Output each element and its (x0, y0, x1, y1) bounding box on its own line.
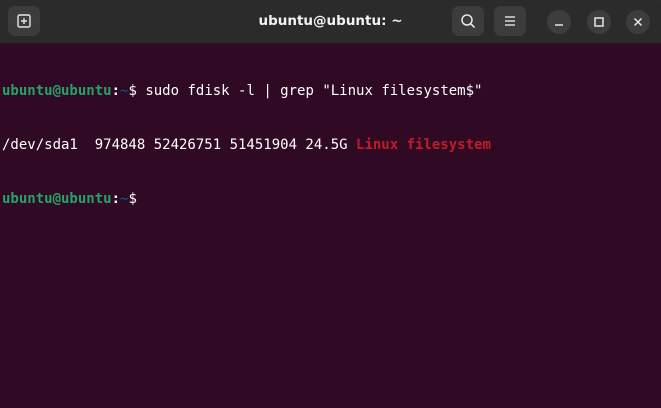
grep-match-text: Linux filesystem (356, 137, 491, 153)
search-button[interactable] (452, 6, 484, 36)
close-icon (633, 17, 643, 27)
menu-button[interactable] (494, 6, 526, 36)
minimize-icon (555, 24, 563, 26)
prompt-separator: : (111, 191, 121, 207)
new-tab-icon (17, 14, 31, 28)
maximize-button[interactable] (587, 10, 611, 34)
search-icon (461, 14, 475, 28)
terminal-output-area[interactable]: ubuntu@ubuntu:~$ sudo fdisk -l | grep "L… (0, 46, 661, 408)
hamburger-menu-icon (505, 16, 515, 26)
current-prompt-line: ubuntu@ubuntu:~$ (2, 190, 661, 208)
prompt-separator: : (111, 83, 121, 99)
prompt-sign: $ (128, 83, 146, 99)
terminal-window: ubuntu@ubuntu: ~ ubuntu@ubuntu:~$ sudo f… (0, 0, 661, 408)
output-line: /dev/sda1 974848 52426751 51451904 24.5G… (2, 136, 661, 154)
maximize-icon (594, 17, 604, 27)
prompt-user: ubuntu@ubuntu (2, 191, 112, 207)
output-text: /dev/sda1 974848 52426751 51451904 24.5G (2, 137, 357, 153)
title-bar[interactable]: ubuntu@ubuntu: ~ (0, 0, 661, 44)
prompt-user: ubuntu@ubuntu (2, 83, 112, 99)
new-tab-button[interactable] (8, 6, 40, 36)
minimize-button[interactable] (547, 10, 571, 34)
command-text: sudo fdisk -l | grep "Linux filesystem$" (145, 83, 483, 99)
prompt-sign: $ (128, 191, 137, 207)
close-button[interactable] (626, 10, 650, 34)
command-line: ubuntu@ubuntu:~$ sudo fdisk -l | grep "L… (2, 82, 661, 100)
